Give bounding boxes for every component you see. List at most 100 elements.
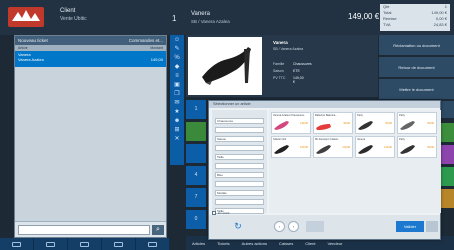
action-retour[interactable]: Retour de document: [379, 57, 454, 78]
tool-column: ☺ ✎ % ◆ ≡ ▣ ❐ ✉ ★ ☻ ⊞ ✕: [170, 35, 184, 165]
app-window: Client Vente Ubitic 1 Vanera SB / Vanera…: [0, 0, 454, 250]
shoe-thumbnail: [316, 124, 331, 130]
col-article: Article: [18, 46, 28, 50]
keypad-key[interactable]: 0: [186, 210, 206, 229]
keypad-key[interactable]: 7: [186, 188, 206, 207]
product-card[interactable]: Vanera Azalea Chaussures 149,00: [271, 112, 311, 134]
product-card[interactable]: Patty 89,00: [397, 112, 437, 134]
results-grid: Vanera Azalea Chaussures 149,00 Ballerin…: [269, 110, 441, 213]
ticket-total: 149,00 €: [348, 12, 380, 21]
toolbar-autres[interactable]: Autres actions: [236, 241, 273, 246]
card-icon: [148, 241, 157, 247]
line-amount: 149,00: [150, 57, 163, 62]
user-name[interactable]: Client: [60, 8, 75, 14]
copy-icon[interactable]: ❐: [171, 90, 183, 98]
cart-icon[interactable]: ⊞: [171, 126, 183, 134]
toolbar-button[interactable]: [0, 238, 34, 250]
user-icon[interactable]: ☻: [171, 117, 183, 125]
action-reclamation[interactable]: Réclamation ou document: [379, 35, 454, 56]
action-mettre[interactable]: Mettre le document: [379, 79, 454, 100]
card-icon: [12, 241, 21, 247]
filter-field[interactable]: [215, 199, 264, 205]
ticket-line[interactable]: Vanera Vanera Azalea 149,00: [15, 51, 166, 63]
filter-field[interactable]: [215, 181, 264, 187]
header-subtitle: SB / Vanera Azalea: [191, 19, 230, 24]
shoe-thumbnail: [400, 145, 415, 154]
keypad-key[interactable]: 4: [186, 166, 206, 185]
shoe-thumbnail: [274, 145, 289, 154]
toolbar-vendeur[interactable]: Vendeur: [321, 241, 348, 246]
product-card[interactable]: Mc Escarpin Classic 119,00: [313, 136, 353, 158]
product-card[interactable]: Vanera 149,00: [355, 136, 395, 158]
list-icon[interactable]: ≡: [171, 72, 183, 80]
toolbar-articles[interactable]: Articles: [186, 241, 211, 246]
toolbar-caisses[interactable]: Caisses: [273, 241, 299, 246]
toolbar-tickets[interactable]: Tickets: [211, 241, 236, 246]
summary-row: TVA 24,83 €: [383, 22, 447, 27]
product-detail: Vanera SB / Vanera Azalea Famille Chaussu…: [186, 35, 378, 97]
bottom-left-toolbar: [0, 238, 170, 250]
filter-field[interactable]: Bleu: [215, 172, 264, 178]
prev-page-button[interactable]: ‹: [274, 221, 285, 232]
validate-button[interactable]: Valider: [396, 221, 424, 232]
star-icon[interactable]: ★: [171, 108, 183, 116]
person-icon[interactable]: ☺: [171, 36, 183, 44]
filter-field[interactable]: [215, 127, 264, 133]
card-icon: [114, 241, 123, 247]
ticket-line-selected[interactable]: [15, 63, 166, 67]
edit-icon[interactable]: ✎: [171, 45, 183, 53]
toolbar-client[interactable]: Client: [299, 241, 321, 246]
keypad-key[interactable]: 1: [186, 100, 206, 119]
header-title: Vanera: [191, 11, 210, 17]
toolbar-button[interactable]: [34, 238, 68, 250]
product-card[interactable]: Stiletto Noir 129,00: [271, 136, 311, 158]
note-icon[interactable]: ✉: [171, 99, 183, 107]
summary-panel: Qté 1 Total 149,00 € Remise 0,00 € TVA 24,83…: [380, 4, 450, 31]
product-name: Vanera: [273, 40, 288, 45]
keypad-key[interactable]: [186, 122, 206, 141]
filter-field[interactable]: [215, 145, 264, 151]
ticket-header-left: Nouveau ticket: [18, 38, 48, 43]
filter-field[interactable]: Chaussures: [215, 118, 264, 124]
dialog-title: Sélectionner un article: [209, 101, 440, 108]
dialog-footer: ↻ ‹ › Valider: [209, 215, 440, 239]
shoe-thumbnail: [274, 121, 289, 130]
percent-icon[interactable]: %: [171, 54, 183, 62]
filter-field[interactable]: Saison: [215, 136, 264, 142]
product-card[interactable]: Patty 89,00: [355, 112, 395, 134]
filter-form: Chaussures Saison Taille Bleu Modèle Tai…: [212, 110, 267, 214]
product-card[interactable]: Patty 89,00: [397, 136, 437, 158]
refresh-icon[interactable]: ↻: [232, 220, 244, 232]
filter-field[interactable]: Taille: [215, 154, 264, 160]
scan-input[interactable]: [18, 225, 150, 235]
cancel-button[interactable]: [306, 221, 324, 232]
filter-field[interactable]: [215, 163, 264, 169]
toolbar-button[interactable]: [102, 238, 136, 250]
toolbar-button[interactable]: [68, 238, 102, 250]
ticket-header-right[interactable]: Commandes et...: [129, 38, 163, 43]
card-icon: [46, 241, 55, 247]
next-page-button[interactable]: ›: [288, 221, 299, 232]
tag-icon[interactable]: ◆: [171, 63, 183, 71]
shoe-thumbnail: [358, 121, 373, 130]
toolbar-button[interactable]: [136, 238, 170, 250]
spec-row: Famille Chaussures: [273, 62, 312, 66]
ticket-number: 1: [172, 14, 177, 23]
shoe-thumbnail: [400, 121, 415, 130]
product-card[interactable]: Ballerine Balerina... 99,00: [313, 112, 353, 134]
ticket-panel: Nouveau ticket Commandes et... Article M…: [14, 35, 167, 238]
spec-row: PV TTC 149,00 €: [273, 76, 304, 84]
delete-icon[interactable]: ✕: [171, 135, 183, 143]
spec-row: Saison ETE: [273, 69, 300, 73]
top-bar: Client Vente Ubitic 1 Vanera SB / Vanera…: [0, 0, 454, 35]
store-name: Vente Ubitic: [60, 16, 87, 22]
filter-field[interactable]: Modèle: [215, 190, 264, 196]
close-button[interactable]: [426, 221, 438, 232]
line-sub: Vanera Azalea: [18, 57, 44, 62]
article-dialog: Sélectionner un article Chaussures Saiso…: [208, 100, 441, 240]
gift-icon[interactable]: ▣: [171, 81, 183, 89]
keypad-key[interactable]: [186, 144, 206, 163]
search-icon[interactable]: ⌕: [152, 225, 164, 235]
shoe-thumbnail: [316, 145, 331, 154]
card-icon: [80, 241, 89, 247]
